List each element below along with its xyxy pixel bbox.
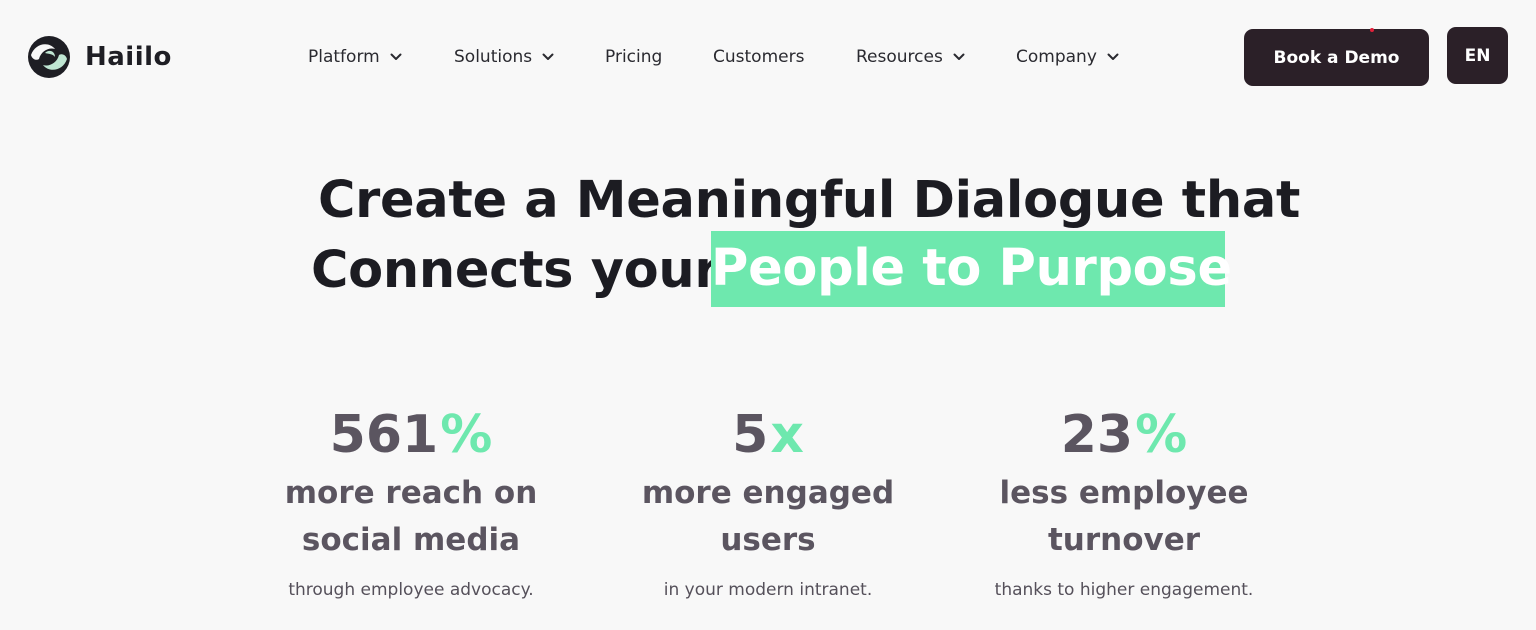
site-header: Haiilo Platform Solutions Pricing Custom… — [0, 0, 1536, 115]
nav-item-label: Solutions — [454, 47, 533, 67]
hero-title-line1: Create a Meaningful Dialogue that — [318, 171, 1301, 230]
hero-highlight: People to Purpose — [711, 231, 1232, 307]
book-demo-button[interactable]: Book a Demo — [1244, 29, 1429, 86]
chevron-down-icon — [1107, 53, 1119, 60]
stat-title-line: social media — [301, 522, 521, 558]
nav-item-label: Platform — [308, 47, 380, 67]
nav-item-company[interactable]: Company — [1016, 43, 1119, 71]
stat-suffix: % — [1135, 405, 1188, 465]
nav-item-label: Pricing — [605, 47, 663, 67]
stat-number: 561 — [329, 405, 439, 465]
stat-title-line: more reach on — [284, 475, 538, 511]
stat-title-line: more engaged — [641, 475, 895, 511]
stat-number: 5 — [732, 405, 769, 465]
stat-title-line: turnover — [1047, 522, 1201, 558]
stat-subtitle: through employee advocacy. — [288, 580, 534, 600]
stat-value: 23% — [959, 404, 1289, 466]
logo-link[interactable]: Haiilo — [27, 35, 172, 79]
stat-suffix: % — [440, 405, 493, 465]
stat-subtitle: in your modern intranet. — [663, 580, 873, 600]
chevron-down-icon — [390, 53, 402, 60]
stat-subtitle: thanks to higher engagement. — [994, 580, 1254, 600]
stat-value: 5x — [603, 404, 933, 466]
nav-item-label: Resources — [856, 47, 943, 67]
stat-card: 5x more engaged users in your modern int… — [603, 404, 933, 600]
notification-dot — [1370, 28, 1374, 32]
hero-title-line2: Connects your — [311, 241, 720, 300]
nav-item-resources[interactable]: Resources — [856, 43, 965, 71]
stat-title: less employee turnover — [959, 470, 1289, 564]
chevron-down-icon — [542, 53, 554, 60]
nav-item-customers[interactable]: Customers — [713, 43, 804, 71]
nav-item-label: Customers — [713, 47, 805, 67]
stat-number: 23 — [1060, 405, 1134, 465]
stat-suffix: x — [770, 405, 804, 465]
haiilo-logo-icon — [28, 36, 70, 78]
nav-item-solutions[interactable]: Solutions — [454, 43, 554, 71]
stat-value: 561% — [246, 404, 576, 466]
language-selector-button[interactable]: EN — [1447, 27, 1508, 84]
nav-item-pricing[interactable]: Pricing — [605, 43, 662, 71]
nav-item-label: Company — [1016, 47, 1097, 67]
chevron-down-icon — [953, 53, 965, 60]
stat-card: 23% less employee turnover thanks to hig… — [959, 404, 1289, 600]
stat-title-line: users — [720, 522, 816, 558]
nav-item-platform[interactable]: Platform — [308, 43, 402, 71]
logo-wordmark: Haiilo — [85, 42, 172, 72]
stat-title-line: less employee — [999, 475, 1249, 511]
stat-title: more reach on social media — [246, 470, 576, 564]
stat-title: more engaged users — [603, 470, 933, 564]
stat-card: 561% more reach on social media through … — [246, 404, 576, 600]
